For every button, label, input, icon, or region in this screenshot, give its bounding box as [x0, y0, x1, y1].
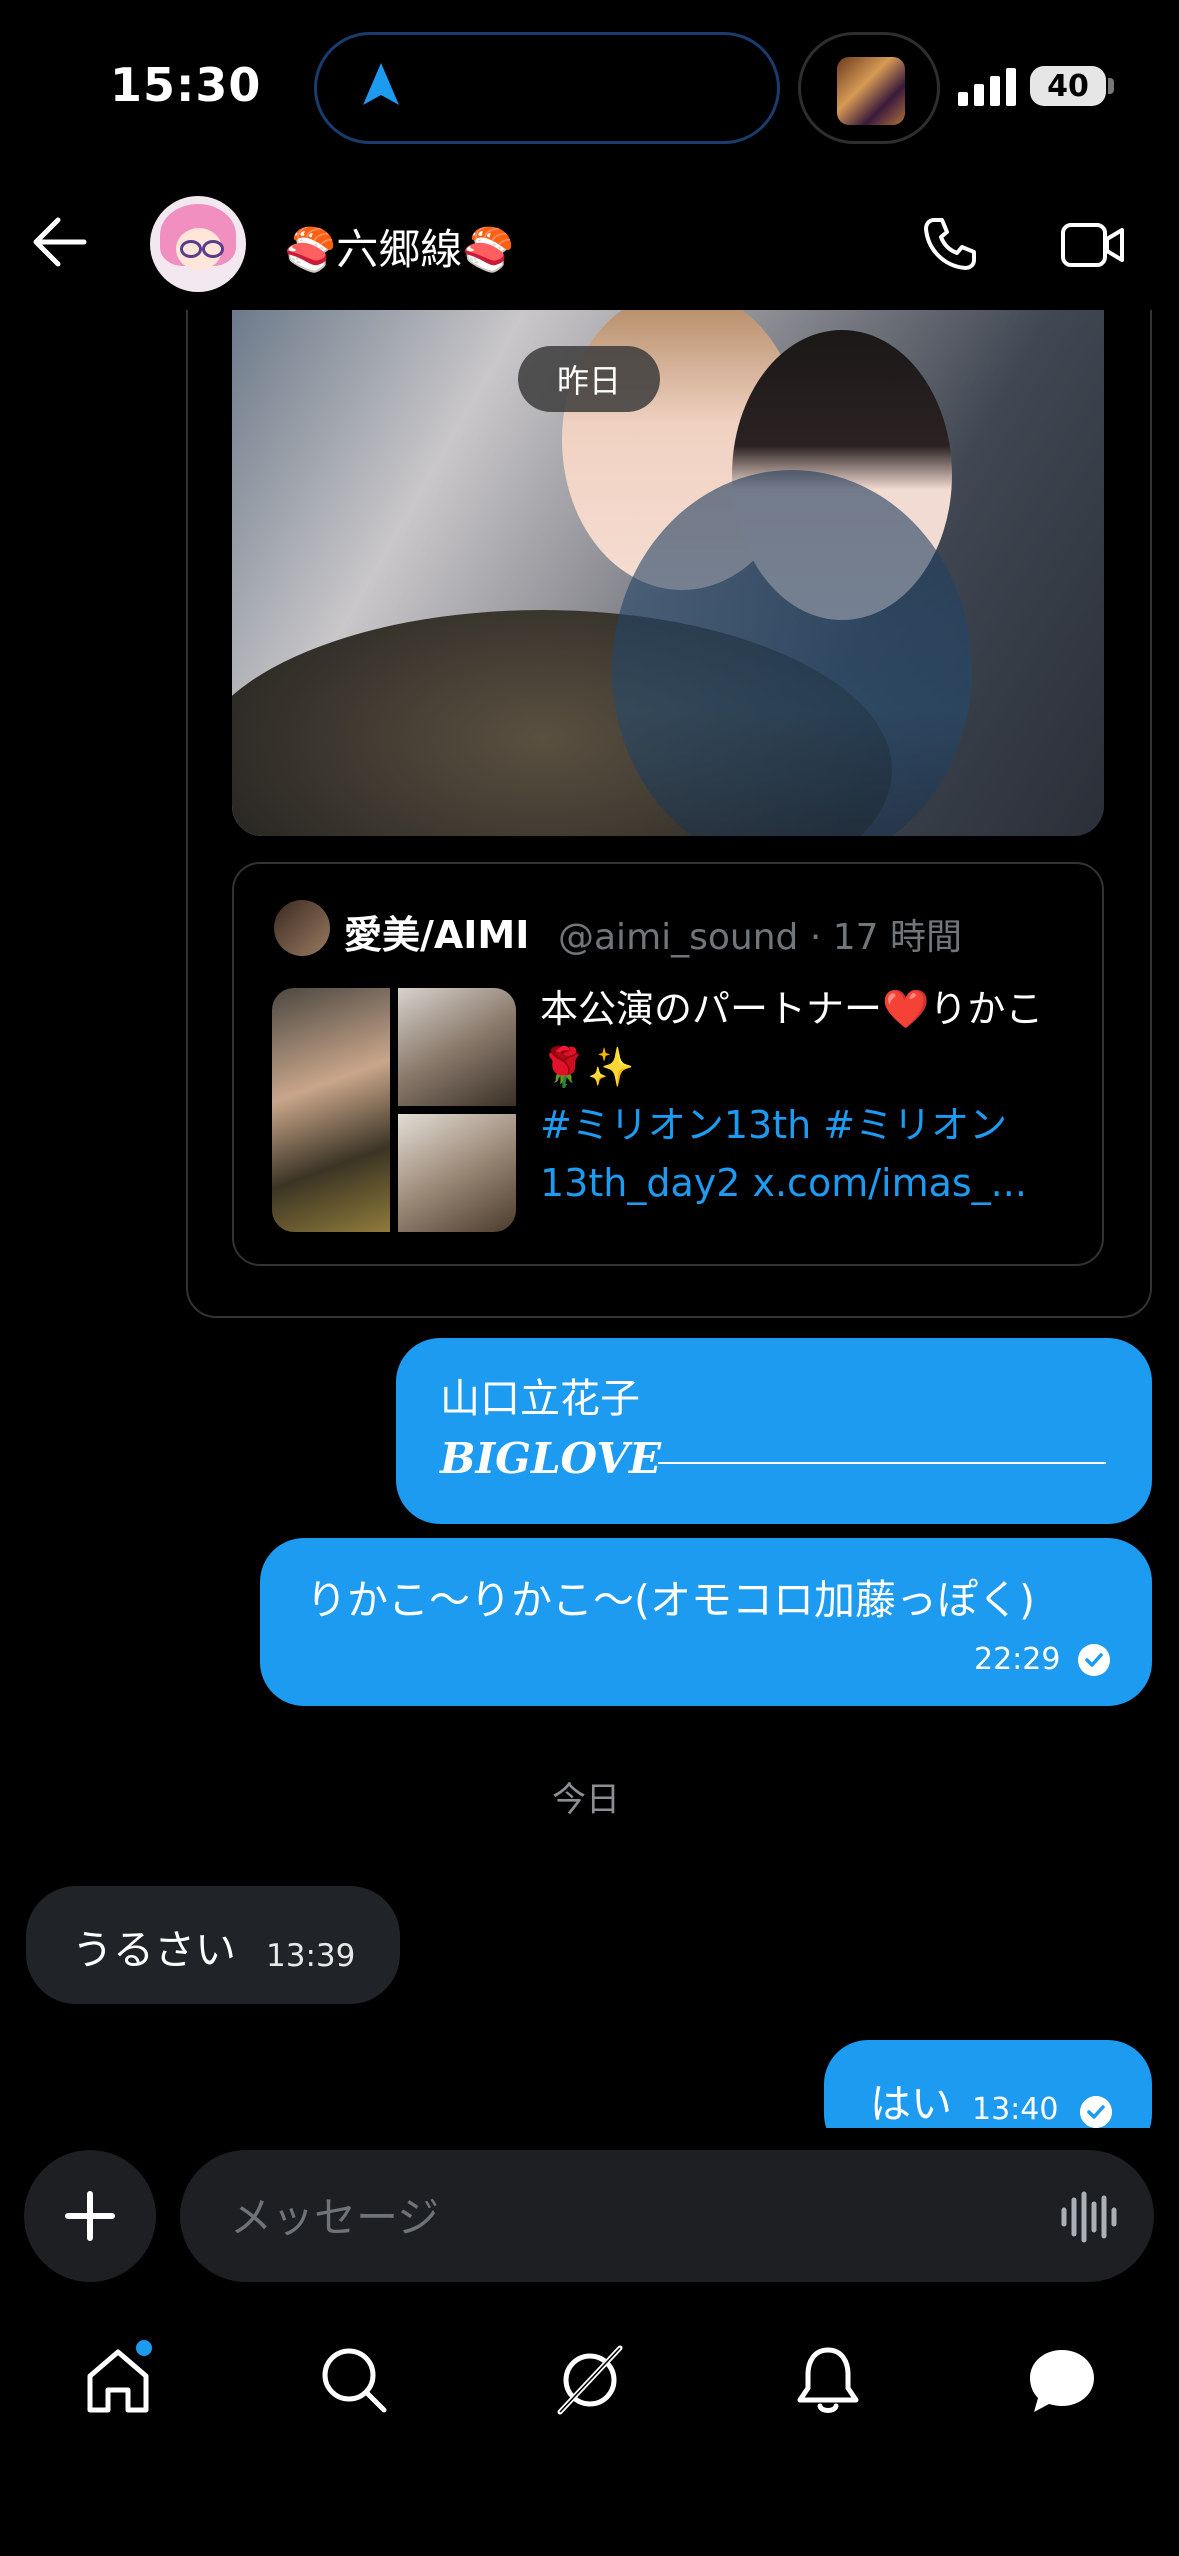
live-activity-thumbnail: [837, 57, 905, 125]
cellular-signal-icon: [958, 68, 1016, 106]
video-call-icon[interactable]: [1060, 220, 1126, 270]
plus-icon: [65, 2191, 115, 2241]
read-check-icon: [1080, 2096, 1112, 2128]
read-check-icon: [1078, 1644, 1110, 1676]
navigation-arrow-icon: [363, 63, 399, 105]
phone-call-icon[interactable]: [920, 214, 980, 274]
grok-icon[interactable]: [550, 2340, 630, 2420]
message-list[interactable]: 昨日 愛美/AIMI @aimi_sound · 17 時間 本公演のパートナー…: [0, 310, 1179, 2128]
shared-post-photo[interactable]: [232, 310, 1104, 836]
voice-message-icon[interactable]: [1060, 2190, 1118, 2244]
message-text: うるさい: [72, 1926, 236, 1974]
chat-avatar[interactable]: [150, 196, 246, 292]
outgoing-message-bubble[interactable]: 山口立花子 BIGLOVE: [396, 1338, 1152, 1524]
quoted-post-body: 本公演のパートナー❤️りかこ🌹✨: [540, 987, 1044, 1089]
dynamic-island-navigation[interactable]: [314, 32, 780, 144]
message-text-line: BIGLOVE: [440, 1434, 661, 1483]
date-separator: 今日: [552, 1780, 620, 1820]
incoming-message-bubble[interactable]: うるさい 13:39: [26, 1886, 400, 2004]
quoted-author-name: 愛美/AIMI: [344, 913, 530, 957]
quoted-author-handle: @aimi_sound · 17 時間: [558, 917, 962, 958]
add-attachment-button[interactable]: [24, 2150, 156, 2282]
back-arrow-icon[interactable]: [32, 216, 88, 268]
message-timestamp: 13:40: [972, 2092, 1059, 2127]
search-icon[interactable]: [314, 2340, 394, 2420]
status-time: 15:30: [110, 58, 262, 112]
quoted-author-avatar: [274, 900, 330, 956]
dynamic-island-live-activity[interactable]: [798, 32, 940, 144]
quoted-post-images: [272, 988, 516, 1232]
message-timestamp: 22:29: [974, 1642, 1061, 1677]
message-timestamp: 13:39: [266, 1938, 356, 1974]
message-text: はい: [870, 2080, 952, 2128]
messages-icon[interactable]: [1022, 2340, 1102, 2420]
chat-title[interactable]: 🍣六郷線🍣: [284, 216, 515, 277]
message-input[interactable]: [228, 2186, 932, 2248]
outgoing-message-bubble[interactable]: りかこ～りかこ～(オモコロ加藤っぽく) 22:29: [260, 1538, 1152, 1706]
battery-cap: [1108, 78, 1114, 94]
message-text-line: 山口立花子: [440, 1376, 640, 1422]
message-composer[interactable]: [180, 2150, 1154, 2282]
date-separator-pill: 昨日: [518, 346, 660, 412]
message-text: りかこ～りかこ～(オモコロ加藤っぽく): [306, 1576, 1035, 1624]
notifications-bell-icon[interactable]: [788, 2340, 868, 2420]
text-underline-decoration: [658, 1462, 1106, 1464]
battery-indicator: 40: [1030, 66, 1106, 106]
outgoing-message-bubble[interactable]: はい 13:40: [824, 2040, 1152, 2128]
quoted-post-text: 本公演のパートナー❤️りかこ🌹✨ #ミリオン13th #ミリオン13th_day…: [540, 980, 1080, 1212]
quoted-post-hashtags[interactable]: #ミリオン13th #ミリオン13th_day2 x.com/imas_...: [540, 1096, 1080, 1212]
home-notification-dot: [136, 2340, 152, 2356]
